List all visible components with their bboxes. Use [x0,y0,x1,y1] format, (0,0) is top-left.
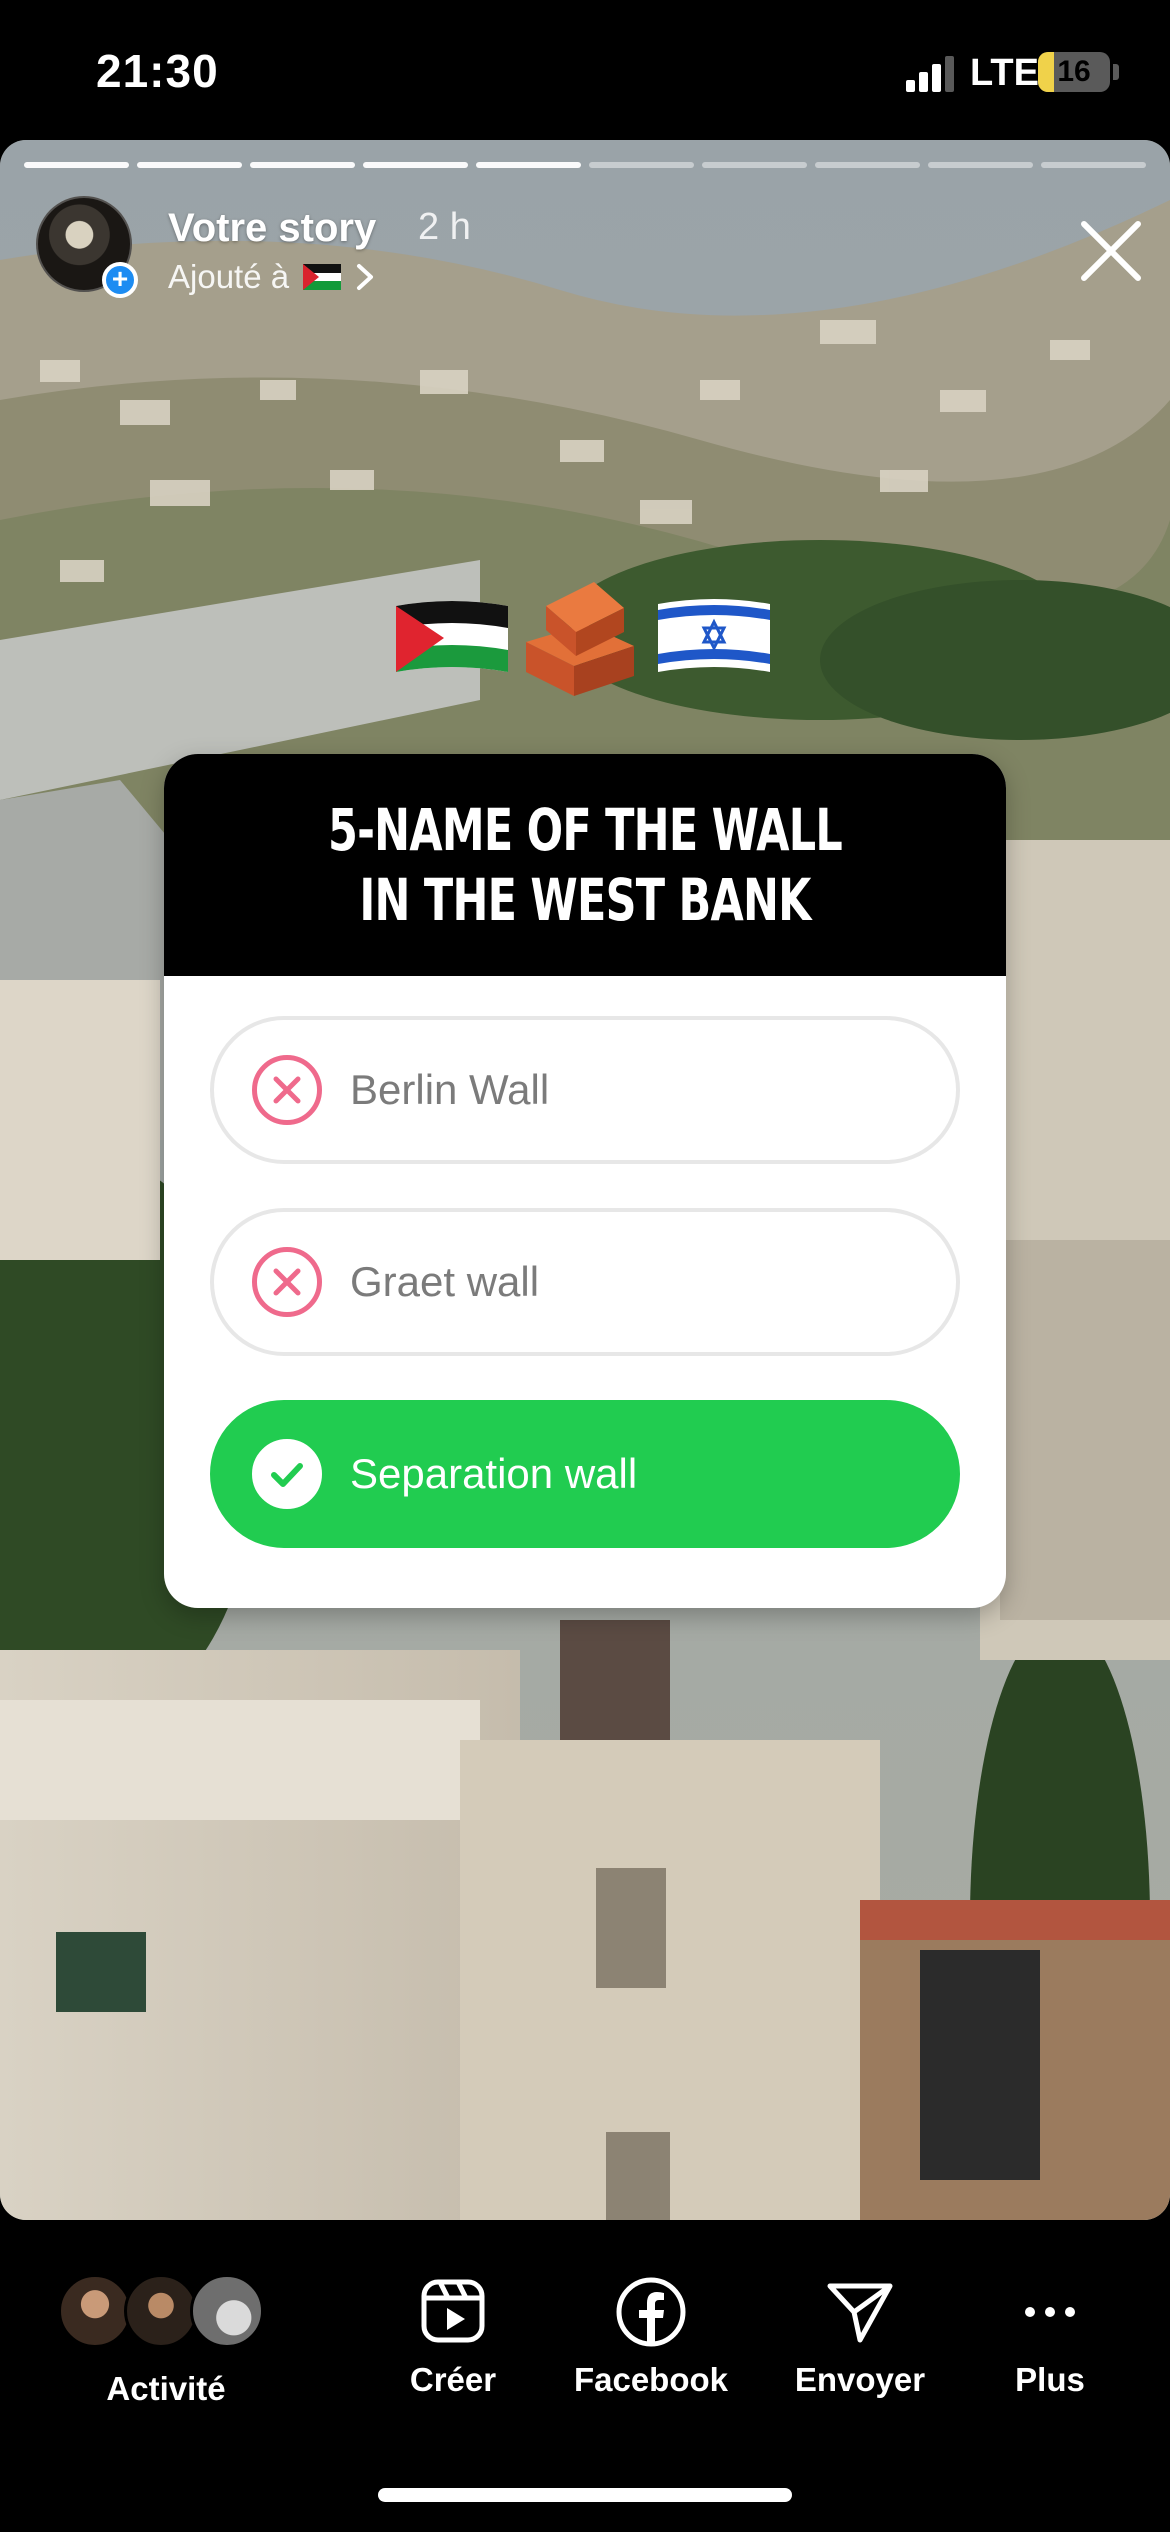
story-viewer[interactable]: + Votre story 2 h Ajouté à 5-NAME OF THE… [0,140,1170,2220]
quiz-option-3[interactable]: Separation wall [210,1400,960,1548]
more-button[interactable]: Plus [990,2276,1110,2399]
story-timestamp: 2 h [418,206,471,248]
status-bar: 21:30 LTE 16 [0,0,1170,140]
battery-level: 16 [1057,55,1091,88]
correct-answer-check-icon [252,1439,322,1509]
reels-icon [421,2279,485,2343]
network-type: LTE [970,52,1039,94]
battery-icon: 16 [1038,52,1110,92]
activity-label: Activité [106,2370,226,2407]
story-progress-bar [24,162,1146,168]
quiz-header: 5-NAME OF THE WALL IN THE WEST BANK [164,754,1006,976]
more-label: Plus [1015,2361,1085,2398]
home-indicator[interactable] [378,2488,792,2502]
viewer-avatar [124,2274,198,2348]
palestine-flag-sticker[interactable] [390,594,514,684]
status-time: 21:30 [96,45,219,97]
more-options-icon [1025,2307,1075,2317]
add-story-plus-icon[interactable]: + [102,262,138,298]
cellular-signal-icon [906,56,956,92]
quiz-option-label: Graet wall [350,1258,540,1305]
create-button[interactable]: Créer [388,2276,518,2399]
quiz-option-2[interactable]: Graet wall [210,1208,960,1356]
facebook-label: Facebook [573,2361,729,2398]
facebook-icon [616,2277,686,2347]
israel-flag-sticker[interactable] [652,592,776,684]
added-to-label: Ajouté à [168,258,290,295]
battery-cap [1113,64,1119,80]
facebook-button[interactable]: Facebook [566,2276,736,2399]
story-actions-bar: Activité Créer Facebook Envoyer Plus [0,2220,1170,2532]
story-added-to[interactable]: Ajouté à [168,258,377,296]
quiz-sticker: 5-NAME OF THE WALL IN THE WEST BANK Berl… [164,754,1006,1608]
quiz-option-label: Berlin Wall [350,1066,550,1113]
create-label: Créer [409,2361,497,2398]
close-icon[interactable] [1076,216,1146,286]
quiz-option-1[interactable]: Berlin Wall [210,1016,960,1164]
activity-button[interactable]: Activité [58,2270,274,2408]
wrong-answer-icon [252,1055,322,1125]
chevron-right-icon [357,264,374,290]
viewer-avatar [58,2274,132,2348]
story-header: + Votre story 2 h Ajouté à [36,196,1136,306]
quiz-option-label: Separation wall [350,1450,638,1497]
send-button[interactable]: Envoyer [790,2276,930,2399]
story-owner-title[interactable]: Votre story [168,206,376,251]
send-label: Envoyer [794,2361,926,2398]
viewer-avatar [190,2274,264,2348]
send-paper-plane-icon [827,2283,893,2343]
quiz-question: 5-NAME OF THE WALL IN THE WEST BANK [327,796,843,934]
wrong-answer-icon [252,1247,322,1317]
bricks-sticker[interactable] [516,572,644,704]
palestine-flag-icon [303,264,342,290]
